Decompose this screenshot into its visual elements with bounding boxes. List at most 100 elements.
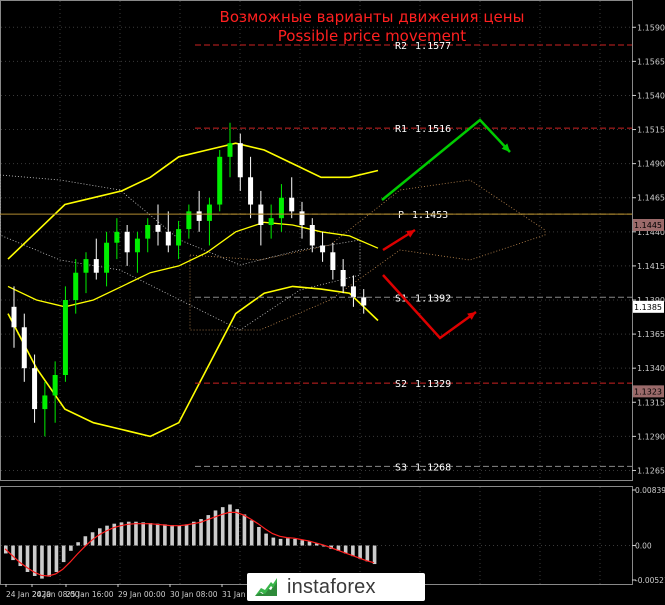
x-tick-label: 25 Jan 16:00 [66, 590, 114, 599]
candle-body [73, 272, 79, 300]
chart-title: Возможные варианты движения цены [220, 8, 525, 26]
macd-bar [163, 524, 167, 546]
macd-bar [40, 545, 44, 579]
level-name: S3 [395, 462, 407, 473]
level-name: S2 [395, 379, 407, 390]
candle-body [330, 252, 336, 270]
candle-body [42, 395, 48, 410]
chart-canvas: 1.1590 1.1565 1.1540 1.1515 1.1490 1.1465 1.14… [0, 0, 665, 599]
candle-body [52, 375, 58, 396]
candle-body [196, 211, 202, 221]
macd-y-tick-label: -0.00521 [635, 576, 665, 585]
candle-body [104, 242, 110, 273]
macd-bar [76, 542, 80, 546]
y-tick-label: 1.1515 [637, 126, 665, 135]
candle-body [248, 177, 254, 205]
candle-body [21, 327, 27, 369]
candle-body [134, 238, 140, 253]
level-label-r1: R1 1.1516 [395, 124, 451, 135]
macd-bar [134, 521, 138, 546]
macd-bar [235, 509, 239, 546]
level-value: 1.1453 [412, 210, 448, 221]
macd-bar [307, 541, 312, 546]
level-label-s3: S3 1.1268 [395, 462, 451, 473]
level-value: 1.1329 [415, 379, 451, 390]
x-tick-label: 29 Jan 00:00 [118, 590, 166, 599]
candle-body [350, 286, 356, 298]
candle-body [114, 231, 120, 243]
y-tick-label: 1.1540 [637, 91, 665, 100]
instaforex-logo-icon [255, 578, 277, 596]
macd-bar [358, 545, 362, 559]
brand-logo: instaforex [247, 573, 425, 601]
candle-body [93, 259, 99, 273]
candle-body [299, 211, 305, 225]
candle-body [62, 300, 68, 375]
candle-body [32, 368, 38, 410]
candle-body [155, 225, 161, 232]
candle-body [11, 306, 17, 328]
candle-body [206, 204, 212, 221]
macd-bar [300, 540, 305, 546]
level-value: 1.1268 [415, 462, 451, 473]
level-name: P [398, 210, 404, 221]
candle-body [237, 143, 243, 178]
macd-bar [271, 537, 276, 546]
candle-body [227, 143, 233, 157]
y-tick-label: 1.1365 [637, 330, 665, 339]
macd-bar [148, 523, 153, 546]
level-value: 1.1392 [415, 293, 451, 304]
macd-bar [220, 507, 225, 546]
macd-bar [249, 520, 254, 546]
candle-body [145, 225, 151, 239]
candle-body [83, 259, 89, 273]
macd-bar [98, 528, 102, 546]
brand-name: instaforex [287, 575, 376, 598]
macd-signal-line [4, 511, 374, 577]
candle-body [217, 156, 223, 205]
level-name: R1 [395, 124, 407, 135]
candle-body [289, 197, 295, 212]
y-tick-label: 1.1290 [637, 432, 665, 441]
y-tick-label: 1.1565 [637, 57, 665, 66]
y-tick-label: 1.1265 [637, 466, 665, 475]
y-tick-label: 1.1590 [637, 23, 665, 32]
macd-bar [351, 545, 355, 557]
macd-y-tick-label: 0.00839 [635, 486, 665, 495]
candle-body [124, 231, 130, 253]
macd-bar [365, 545, 370, 562]
macd-bar [242, 514, 247, 546]
macd-bar [372, 545, 377, 565]
level-label-s2: S2 1.1329 [395, 379, 451, 390]
macd-bar [155, 523, 160, 546]
level-label-p: P 1.1453 [398, 210, 448, 221]
x-tick-label: 31 Jan [222, 590, 246, 599]
price-tag-label: 1.1385 [634, 303, 662, 312]
candle-body [268, 218, 274, 225]
macd-panel-frame [0, 486, 633, 585]
candle-body [340, 270, 346, 287]
macd-bar [105, 525, 109, 546]
macd-bar [61, 545, 66, 563]
macd-bar [184, 524, 189, 546]
y-tick-label: 1.1315 [637, 398, 665, 407]
candle-body [309, 225, 315, 246]
macd-bar [293, 538, 297, 546]
macd-bar [286, 538, 290, 546]
y-tick-label: 1.1340 [637, 364, 665, 373]
macd-bar [278, 538, 283, 546]
macd-bar [170, 525, 174, 546]
macd-bar [228, 504, 232, 546]
y-tick-label: 1.1465 [637, 194, 665, 203]
candle-body [176, 229, 182, 246]
candle-body [361, 297, 367, 306]
arrow-down-line [382, 274, 477, 340]
macd-bar [264, 533, 268, 546]
price-tag-label: 1.1323 [634, 387, 662, 396]
price-tag-label: 1.1445 [634, 221, 662, 230]
cloud-outline-white [0, 174, 361, 331]
x-tick-label: 30 Jan 08:00 [170, 590, 218, 599]
candle-body [165, 231, 171, 246]
y-tick-label: 1.1415 [637, 262, 665, 271]
y-tick-label: 1.1490 [637, 160, 665, 169]
